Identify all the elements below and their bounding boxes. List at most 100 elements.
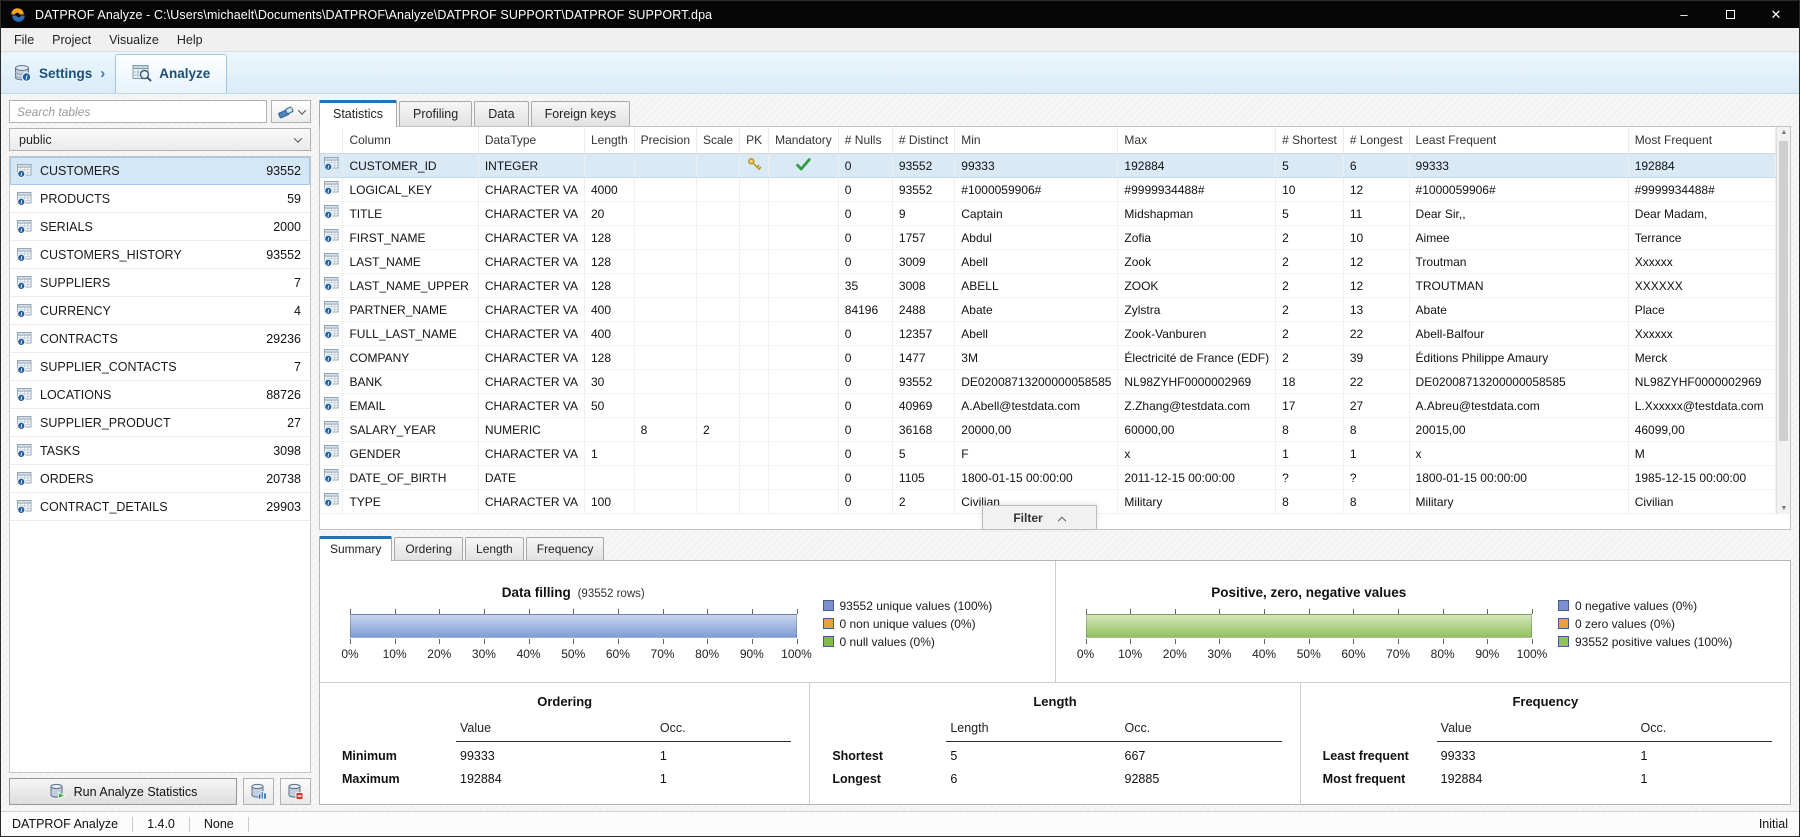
legend-item: 93552 unique values (100%)	[822, 599, 1041, 613]
cell-min: Abell	[954, 321, 1119, 346]
sidebar-table-item[interactable]: i PRODUCTS 59	[10, 185, 310, 213]
schema-dropdown[interactable]: public	[9, 128, 311, 151]
nav-settings[interactable]: i Settings	[13, 64, 98, 93]
cell-datatype: DATE	[478, 465, 585, 490]
cell-shortest: 5	[1275, 201, 1344, 226]
search-input[interactable]	[9, 100, 267, 123]
cell-most: L.Xxxxxx@testdata.com	[1628, 393, 1777, 418]
table-row[interactable]: i TITLE CHARACTER VA 20 0 9 Captain Midshapman 5…	[320, 201, 1777, 226]
column-header-Max[interactable]: Max	[1117, 127, 1277, 154]
database-delete-icon	[287, 783, 304, 800]
sidebar-table-item[interactable]: i CONTRACTS 29236	[10, 325, 310, 353]
mini-header-empty	[338, 719, 456, 742]
chart-axis-labels: 0% 10% 20% 30% 40% 50% 60% 70% 80% 90% 100%	[341, 647, 812, 662]
scroll-down-icon[interactable]: ▼	[1777, 505, 1791, 512]
axis-tick-label: 80%	[695, 647, 720, 661]
view-statistics-button[interactable]	[243, 778, 274, 805]
tab-data[interactable]: Data	[474, 101, 529, 126]
column-header-Min[interactable]: Min	[954, 127, 1119, 154]
sidebar-table-item[interactable]: i LOCATIONS 88726	[10, 381, 310, 409]
table-row[interactable]: i EMAIL CHARACTER VA 50 0 40969 A.Abell@testda…	[320, 393, 1777, 418]
column-header-# Distinct[interactable]: # Distinct	[892, 127, 956, 154]
menu-item-project[interactable]: Project	[43, 30, 100, 50]
table-row[interactable]: i FULL_LAST_NAME CHARACTER VA 400 0 12357 Abel…	[320, 321, 1777, 346]
cell-shortest: 2	[1275, 297, 1344, 322]
row-table-icon: i	[320, 345, 344, 370]
sidebar-table-item[interactable]: i CURRENCY 4	[10, 297, 310, 325]
column-header-# Nulls[interactable]: # Nulls	[838, 127, 893, 154]
pk-cell	[739, 345, 770, 370]
menu-item-file[interactable]: File	[5, 30, 43, 50]
tab-statistics[interactable]: Statistics	[319, 100, 398, 127]
column-header-PK[interactable]: PK	[739, 127, 770, 154]
table-row[interactable]: i GENDER CHARACTER VA 1 0 5 Fx 1 1 x M	[320, 441, 1777, 466]
table-row[interactable]: i PARTNER_NAME CHARACTER VA 400 84196 2488 Aba…	[320, 297, 1777, 322]
column-header-Scale[interactable]: Scale	[696, 127, 741, 154]
legend-item: 93552 positive values (100%)	[1558, 635, 1776, 649]
summary-tab-ordering[interactable]: Ordering	[394, 537, 464, 560]
tab-foreign-keys[interactable]: Foreign keys	[530, 101, 631, 126]
sidebar-table-item[interactable]: i ORDERS 20738	[10, 465, 310, 493]
sidebar-table-item[interactable]: i SUPPLIERS 7	[10, 269, 310, 297]
sidebar-table-item[interactable]: i SUPPLIER_CONTACTS 7	[10, 353, 310, 381]
close-button[interactable]: ✕	[1753, 1, 1799, 28]
sidebar-table-item[interactable]: i TASKS 3098	[10, 437, 310, 465]
mini-header-col2: Occ.	[1120, 719, 1282, 742]
scrollbar-thumb[interactable]	[1779, 141, 1788, 441]
cell-least: Aimee	[1409, 225, 1629, 250]
table-row[interactable]: i FIRST_NAME CHARACTER VA 128 0 1757 Abdul Zofi…	[320, 225, 1777, 250]
pk-cell	[739, 273, 770, 298]
column-header-DataType[interactable]: DataType	[478, 127, 585, 154]
menu-item-visualize[interactable]: Visualize	[100, 30, 168, 50]
column-header-Most Frequent[interactable]: Most Frequent	[1628, 127, 1777, 154]
delete-statistics-button[interactable]	[280, 778, 311, 805]
row-table-icon: i	[320, 441, 344, 466]
row-table-icon: i	[320, 201, 344, 226]
sidebar-table-item[interactable]: i SUPPLIER_PRODUCT 27	[10, 409, 310, 437]
table-row[interactable]: i COMPANY CHARACTER VA 128 0 1477 3M Électricit…	[320, 345, 1777, 370]
cell-nulls: 0	[838, 393, 893, 418]
scroll-up-icon[interactable]: ▲	[1777, 129, 1791, 136]
clear-filter-button[interactable]	[271, 100, 311, 123]
minimize-button[interactable]: –	[1661, 1, 1707, 28]
column-header-Length[interactable]: Length	[584, 127, 635, 154]
summary-tab-frequency[interactable]: Frequency	[525, 537, 605, 560]
column-header-Least Frequent[interactable]: Least Frequent	[1409, 127, 1629, 154]
column-header-# Shortest[interactable]: # Shortest	[1275, 127, 1344, 154]
cell-length: 20	[584, 201, 635, 226]
table-row[interactable]: i LAST_NAME_UPPER CHARACTER VA 128 35 3008 ABE…	[320, 273, 1777, 298]
axis-tick-label: 50%	[561, 647, 586, 661]
sidebar-table-item[interactable]: i CUSTOMERS 93552	[10, 157, 310, 185]
table-row[interactable]: i DATE_OF_BIRTH DATE 0 1105 1800-01-15 00:00:…	[320, 465, 1777, 490]
sidebar-table-item[interactable]: i SERIALS 2000	[10, 213, 310, 241]
mini-header-col1: Value	[456, 719, 656, 742]
chart-bar-track	[350, 614, 797, 638]
summary-tab-length[interactable]: Length	[465, 537, 524, 560]
column-header-Precision[interactable]: Precision	[634, 127, 698, 154]
summary-tab-summary[interactable]: Summary	[319, 536, 393, 561]
vertical-scrollbar[interactable]: ▲ ▼	[1776, 127, 1790, 514]
table-row[interactable]: i SALARY_YEAR NUMERIC 8 2 0 36168 20000,00 60000…	[320, 417, 1777, 442]
column-header-Mandatory[interactable]: Mandatory	[768, 127, 839, 154]
table-row[interactable]: i BANK CHARACTER VA 30 0 93552 DE0200871320000…	[320, 369, 1777, 394]
maximize-button[interactable]	[1707, 1, 1753, 28]
filter-button[interactable]: Filter	[981, 505, 1097, 529]
sidebar-table-item[interactable]: i CONTRACT_DETAILS 29903	[10, 493, 310, 521]
table-row[interactable]: i LOGICAL_KEY CHARACTER VA 4000 0 93552 #10000…	[320, 177, 1777, 202]
mini-header-col1: Value	[1436, 719, 1637, 742]
table-row[interactable]: i LAST_NAME CHARACTER VA 128 0 3009 Abell Zook 2…	[320, 249, 1777, 274]
column-header-icon[interactable]	[320, 127, 344, 154]
column-header-# Longest[interactable]: # Longest	[1343, 127, 1410, 154]
column-header-Column[interactable]: Column	[342, 127, 479, 154]
table-row[interactable]: i CUSTOMER_ID INTEGER 0 93552 99333 192884 5 6 99…	[320, 153, 1777, 178]
row-table-icon: i	[320, 321, 344, 346]
cell-longest: ?	[1343, 465, 1410, 490]
run-analyze-statistics-button[interactable]: Run Analyze Statistics	[9, 778, 237, 805]
statistics-table: Column DataType Length Precision Scale PK Mand…	[320, 127, 1777, 514]
nav-analyze[interactable]: Analyze	[115, 54, 228, 93]
cell-most: Terrance	[1628, 225, 1777, 250]
cell-distinct: 2488	[892, 297, 956, 322]
tab-profiling[interactable]: Profiling	[399, 101, 473, 126]
menu-item-help[interactable]: Help	[168, 30, 212, 50]
sidebar-table-item[interactable]: i CUSTOMERS_HISTORY 93552	[10, 241, 310, 269]
